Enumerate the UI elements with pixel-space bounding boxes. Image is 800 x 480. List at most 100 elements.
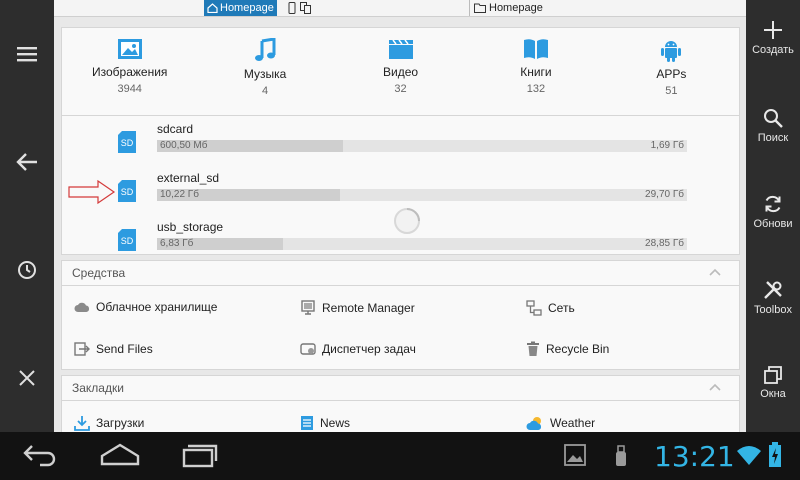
- rail-label: Поиск: [757, 132, 789, 144]
- history-button[interactable]: [0, 243, 54, 297]
- categories: Изображения 3944 Музыка 4 Видео 32 Книги…: [62, 28, 739, 116]
- storage-usage-bar: 10,22 Гб 29,70 Гб: [157, 189, 687, 201]
- video-icon: [388, 39, 413, 59]
- rail-label: Окна: [760, 388, 786, 400]
- storage-sdcard[interactable]: SD sdcard 600,50 Мб 1,69 Гб: [62, 116, 739, 165]
- tab-homepage-other[interactable]: Homepage: [469, 0, 547, 16]
- search-button[interactable]: Поиск: [746, 108, 800, 168]
- network-icon: [526, 300, 542, 316]
- nav-recents-icon[interactable]: [182, 442, 218, 468]
- path-bar: Homepage Homepage: [54, 0, 746, 17]
- usb-notification-icon[interactable]: [614, 444, 628, 468]
- menu-button[interactable]: [0, 27, 54, 81]
- right-rail: Создать Поиск Обнови Toolbox Окна: [746, 0, 800, 432]
- tab-label: Homepage: [220, 2, 274, 14]
- storage-usage-bar: 600,50 Мб 1,69 Гб: [157, 140, 687, 152]
- tool-network[interactable]: Сеть: [526, 300, 575, 316]
- tools-header[interactable]: Средства: [62, 261, 739, 286]
- tool-label: Recycle Bin: [546, 342, 610, 356]
- phone-icon[interactable]: [288, 2, 296, 14]
- history-icon: [18, 261, 36, 279]
- send-files-icon: [74, 342, 90, 356]
- tool-task-manager[interactable]: Диспетчер задач: [300, 341, 416, 357]
- status-clock: 13:21: [654, 440, 735, 473]
- main-content: Изображения 3944 Музыка 4 Видео 32 Книги…: [54, 17, 746, 432]
- weather-icon: [526, 417, 542, 430]
- storage-used: 600,50 Мб: [160, 140, 208, 151]
- system-navbar: 13:21: [0, 432, 800, 480]
- rail-label: Toolbox: [754, 304, 792, 316]
- bookmark-label: Загрузки: [96, 416, 145, 430]
- category-music[interactable]: Музыка 4: [197, 28, 332, 115]
- task-manager-icon: [300, 343, 316, 355]
- storage-usb[interactable]: SD usb_storage 6,83 Гб 28,85 Гб: [62, 208, 739, 263]
- category-count: 32: [394, 83, 407, 95]
- tool-send-files[interactable]: Send Files: [74, 341, 153, 357]
- category-apps[interactable]: APPs 51: [604, 28, 739, 115]
- section-title: Средства: [72, 266, 126, 280]
- close-icon: [19, 370, 35, 386]
- tab-label: Homepage: [489, 2, 543, 14]
- tool-cloud-storage[interactable]: Облачное хранилище: [74, 300, 217, 314]
- chevron-up-icon[interactable]: [709, 268, 721, 276]
- sd-label: SD: [121, 236, 134, 246]
- battery-charging-icon: [769, 442, 781, 467]
- category-count: 4: [262, 85, 269, 97]
- left-rail: [0, 0, 54, 432]
- tool-label: Remote Manager: [322, 301, 415, 315]
- bookmark-weather[interactable]: Weather: [526, 415, 595, 431]
- cloud-icon: [74, 302, 90, 312]
- back-button[interactable]: [0, 135, 54, 189]
- storage-total: 1,69 Гб: [650, 140, 684, 151]
- sd-card-icon: SD: [118, 180, 136, 202]
- bookmarks-header[interactable]: Закладки: [62, 376, 739, 401]
- storage-name: usb_storage: [157, 220, 224, 234]
- home-icon: [207, 3, 218, 13]
- recycle-bin-icon: [527, 341, 539, 356]
- windows-button[interactable]: Окна: [746, 366, 800, 426]
- nav-home-icon[interactable]: [100, 442, 140, 468]
- search-icon: [764, 109, 783, 128]
- image-icon: [117, 39, 142, 59]
- category-label: APPs: [656, 67, 687, 81]
- loading-spinner-icon: [394, 208, 420, 234]
- folder-icon: [474, 3, 486, 13]
- close-button[interactable]: [0, 351, 54, 405]
- tab-homepage-active[interactable]: Homepage: [204, 0, 277, 16]
- download-icon: [74, 416, 90, 431]
- refresh-button[interactable]: Обнови: [746, 194, 800, 254]
- category-video[interactable]: Видео 32: [333, 28, 468, 115]
- app-window: Homepage Homepage Изображения 3944 Музык…: [0, 0, 800, 432]
- category-label: Видео: [382, 65, 419, 79]
- category-images[interactable]: Изображения 3944: [62, 28, 197, 115]
- copy-device-icon[interactable]: [300, 2, 311, 14]
- category-books[interactable]: Книги 132: [468, 28, 603, 115]
- bookmark-label: Weather: [550, 416, 596, 430]
- storage-name: external_sd: [157, 171, 220, 185]
- nav-back-icon[interactable]: [22, 442, 58, 468]
- storage-total: 29,70 Гб: [645, 189, 684, 200]
- category-count: 132: [526, 83, 546, 95]
- tools-card: Средства Облачное хранилище Remote Manag…: [61, 260, 740, 370]
- tool-remote-manager[interactable]: Remote Manager: [300, 300, 415, 316]
- android-icon: [661, 41, 682, 62]
- storage-name: sdcard: [157, 122, 194, 136]
- toolbox-icon: [764, 281, 782, 299]
- windows-icon: [764, 366, 782, 384]
- sd-label: SD: [121, 187, 134, 197]
- news-icon: [301, 416, 313, 430]
- gallery-notification-icon[interactable]: [564, 444, 586, 466]
- tool-recycle-bin[interactable]: Recycle Bin: [526, 341, 609, 357]
- back-arrow-icon: [16, 153, 37, 171]
- bookmark-downloads[interactable]: Загрузки: [74, 415, 144, 431]
- chevron-up-icon[interactable]: [709, 383, 721, 391]
- toolbox-button[interactable]: Toolbox: [746, 280, 800, 340]
- red-arrow-annotation: [68, 179, 116, 205]
- storage-total: 28,85 Гб: [645, 238, 684, 249]
- remote-manager-icon: [301, 300, 315, 315]
- create-button[interactable]: Создать: [746, 20, 800, 80]
- bookmark-news[interactable]: News: [300, 415, 350, 431]
- refresh-icon: [765, 195, 781, 213]
- book-icon: [523, 39, 548, 59]
- category-label: Книги: [520, 65, 552, 79]
